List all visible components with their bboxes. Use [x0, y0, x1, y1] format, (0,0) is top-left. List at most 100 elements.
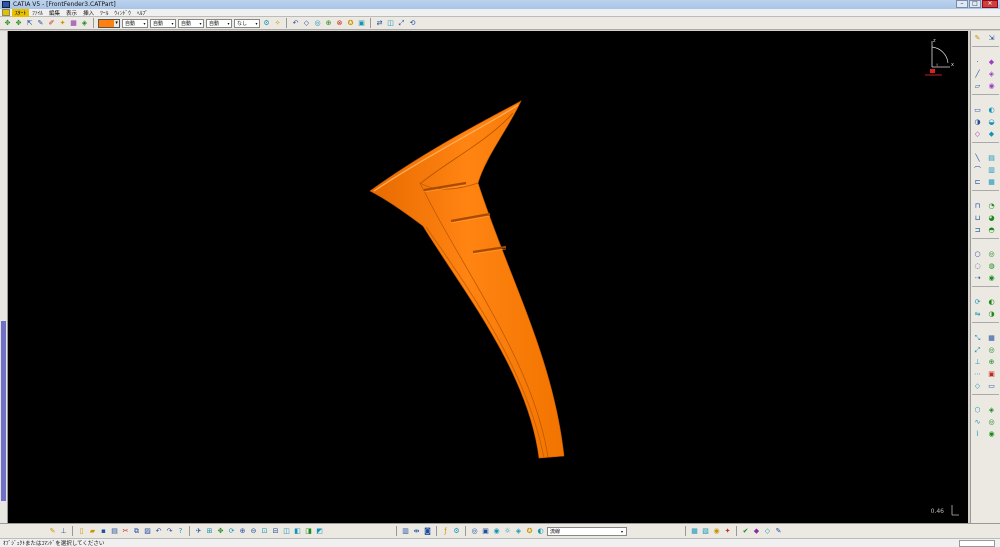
- wireframe-icon[interactable]: ⬡: [972, 405, 983, 415]
- symmetry-icon[interactable]: ⇋: [972, 309, 983, 319]
- measure-icon[interactable]: ⊕: [324, 19, 333, 28]
- pocket-icon[interactable]: ◈: [986, 69, 997, 79]
- new-file-icon[interactable]: ▯: [77, 527, 86, 536]
- shell-icon[interactable]: ◎: [986, 249, 997, 259]
- measure-between-icon[interactable]: ⇹: [412, 527, 421, 536]
- analysis-icon[interactable]: ◎: [313, 19, 322, 28]
- flip-icon[interactable]: ⇄: [375, 19, 384, 28]
- trim-icon[interactable]: ⊐: [972, 225, 983, 235]
- normal-view-icon[interactable]: ⊡: [260, 527, 269, 536]
- scroll-thumb[interactable]: [1, 321, 6, 501]
- law-icon[interactable]: ∿: [972, 417, 983, 427]
- iso-view-icon[interactable]: ◫: [282, 527, 291, 536]
- offset-icon[interactable]: ⊏: [972, 177, 983, 187]
- loft-icon[interactable]: ▦: [986, 177, 997, 187]
- revolve-icon[interactable]: ◑: [972, 117, 983, 127]
- thread-icon[interactable]: ◉: [986, 273, 997, 283]
- document-icon[interactable]: [2, 9, 10, 16]
- axis-icon[interactable]: ⊥: [59, 527, 68, 536]
- constraint-icon[interactable]: ▭: [986, 381, 997, 391]
- select-icon[interactable]: ⇱: [25, 19, 34, 28]
- menu-window[interactable]: ｳｨﾝﾄﾞｳ: [111, 9, 134, 17]
- pattern-icon[interactable]: ▦: [986, 333, 997, 343]
- paste-icon[interactable]: ▨: [143, 527, 152, 536]
- scene-icon[interactable]: ▦: [690, 527, 699, 536]
- zoom-in-icon[interactable]: ⊕: [238, 527, 247, 536]
- grid-icon[interactable]: ▦: [69, 19, 78, 28]
- catia-app-icon[interactable]: [2, 1, 10, 8]
- stiffener-icon[interactable]: ▥: [986, 165, 997, 175]
- slot-icon[interactable]: ▤: [986, 153, 997, 163]
- analysis-icon[interactable]: ◈: [986, 405, 997, 415]
- star-icon[interactable]: ✦: [58, 19, 67, 28]
- save-icon[interactable]: ▪: [99, 527, 108, 536]
- extrude-icon[interactable]: ▭: [972, 105, 983, 115]
- stage-icon[interactable]: ▧: [701, 527, 710, 536]
- split-icon[interactable]: ⊔: [972, 213, 983, 223]
- camera-icon[interactable]: ◙: [423, 527, 432, 536]
- sketcher-icon[interactable]: ✎: [972, 33, 983, 43]
- open-file-icon[interactable]: ▰: [88, 527, 97, 536]
- cut-icon[interactable]: ✂: [121, 527, 130, 536]
- join-icon[interactable]: ⊓: [972, 201, 983, 211]
- constraint-icon[interactable]: ⊗: [335, 19, 344, 28]
- shooting-icon[interactable]: ✦: [723, 527, 732, 536]
- annotation-icon[interactable]: ✎: [774, 527, 783, 536]
- menu-edit[interactable]: 編集: [46, 9, 63, 17]
- thickness-icon[interactable]: ◍: [986, 261, 997, 271]
- menu-help[interactable]: ﾍﾙﾌﾟ: [134, 9, 151, 17]
- mirror-icon[interactable]: ◫: [386, 19, 395, 28]
- menu-tools[interactable]: ﾂｰﾙ: [97, 9, 111, 17]
- command-input[interactable]: [959, 539, 995, 547]
- line-thickness-combo[interactable]: 自動 ▾: [150, 18, 176, 28]
- point-symbol-combo[interactable]: 自動 ▾: [206, 18, 232, 28]
- sweep-icon[interactable]: ◇: [972, 129, 983, 139]
- environment-icon[interactable]: ◐: [536, 527, 545, 536]
- render-style-combo[interactable]: なし ▾: [234, 18, 260, 28]
- sticker-icon[interactable]: ◇: [763, 527, 772, 536]
- scale-icon[interactable]: ⤢: [397, 19, 406, 28]
- formula-icon[interactable]: ƒ: [441, 527, 450, 536]
- axis-system-icon[interactable]: ⊥: [972, 357, 983, 367]
- 3d-viewport[interactable]: z x y 0.46: [8, 31, 968, 523]
- maximize-button[interactable]: □: [969, 0, 981, 8]
- render-style-dropdown[interactable]: 流線 ▾: [547, 526, 627, 536]
- minimize-button[interactable]: –: [956, 0, 968, 8]
- redo-icon[interactable]: ↷: [165, 527, 174, 536]
- exit-icon[interactable]: ⇲: [986, 33, 997, 43]
- draft-icon[interactable]: ◓: [986, 225, 997, 235]
- user-pattern-icon[interactable]: ⊕: [986, 357, 997, 367]
- spine-icon[interactable]: ⌇: [972, 429, 983, 439]
- close-button[interactable]: ✕: [982, 0, 998, 8]
- axis-compass[interactable]: z x y: [920, 37, 956, 77]
- rotate-icon[interactable]: ⟳: [972, 297, 983, 307]
- groove-icon[interactable]: ◐: [986, 105, 997, 115]
- image-icon[interactable]: ▣: [481, 527, 490, 536]
- transparency-combo[interactable]: 自動 ▾: [122, 18, 148, 28]
- format-painter-icon[interactable]: ✧: [273, 19, 282, 28]
- check-icon[interactable]: ✔: [741, 527, 750, 536]
- extract-icon[interactable]: ◌: [972, 261, 983, 271]
- pad-icon[interactable]: ◆: [986, 57, 997, 67]
- catalog-icon[interactable]: ▣: [357, 19, 366, 28]
- boolean-icon[interactable]: ▣: [986, 369, 997, 379]
- print-icon[interactable]: ▤: [110, 527, 119, 536]
- chamfer-icon[interactable]: ◕: [986, 213, 997, 223]
- undo-icon[interactable]: ↶: [154, 527, 163, 536]
- boundary-icon[interactable]: ○: [972, 249, 983, 259]
- table-icon[interactable]: ▥: [401, 527, 410, 536]
- scaling-icon[interactable]: ⤡: [972, 333, 983, 343]
- menu-file[interactable]: ﾌｧｲﾙ: [29, 9, 46, 17]
- multi-view-icon[interactable]: ⊟: [271, 527, 280, 536]
- quick-view-icon[interactable]: ◉: [492, 527, 501, 536]
- circular-pattern-icon[interactable]: ◎: [986, 345, 997, 355]
- sketch-icon[interactable]: ◇: [302, 19, 311, 28]
- pencil-icon[interactable]: ✎: [36, 19, 45, 28]
- snap-icon[interactable]: ✥: [14, 19, 23, 28]
- line-type-combo[interactable]: 自動 ▾: [178, 18, 204, 28]
- blend-icon[interactable]: ⌒: [972, 165, 983, 175]
- plane-icon[interactable]: ▱: [972, 81, 983, 91]
- color-picker[interactable]: ▾: [98, 18, 120, 28]
- transform-icon[interactable]: ⟲: [408, 19, 417, 28]
- apply-material-icon[interactable]: ◎: [470, 527, 479, 536]
